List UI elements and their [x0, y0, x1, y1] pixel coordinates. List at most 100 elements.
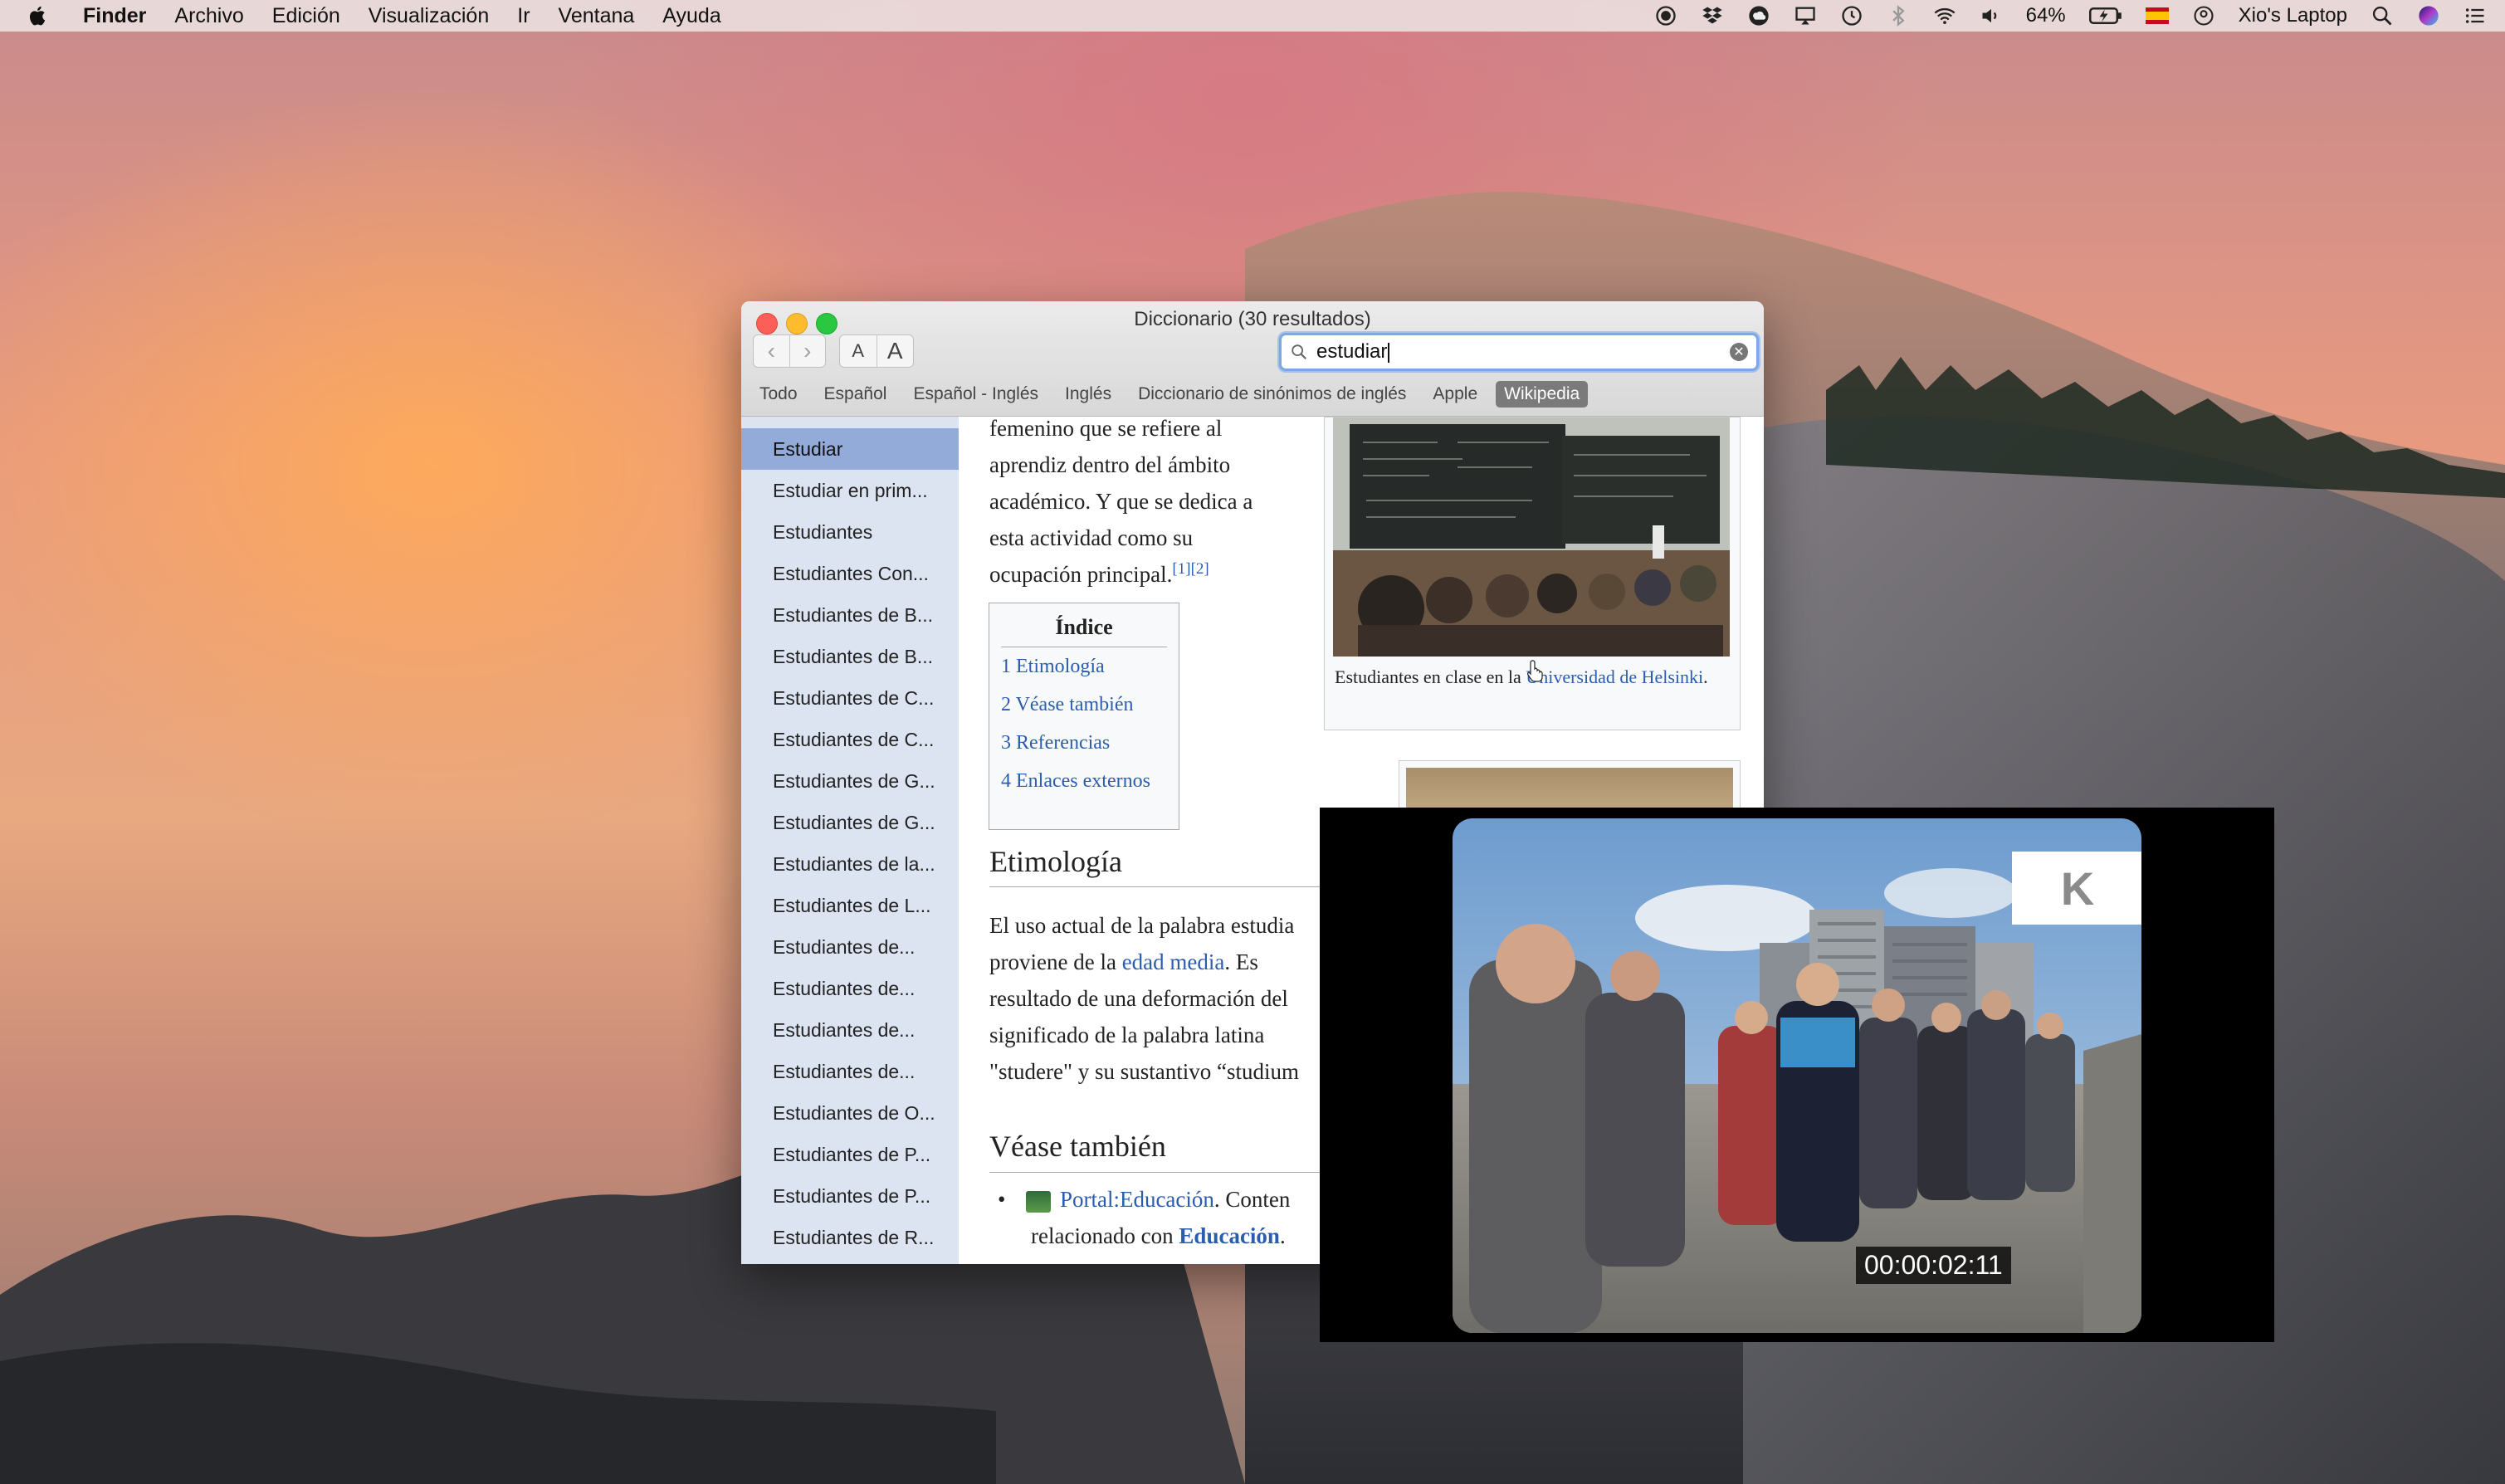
video-frame: K 00:00:02:11 [1453, 818, 2141, 1333]
results-list: Estudiar Estudiar en prim... Estudiantes Es… [741, 428, 959, 1258]
result-item[interactable]: Estudiantes de... [741, 968, 959, 1009]
list-item-text: . Conten [1213, 1187, 1291, 1212]
menu-edicion[interactable]: Edición [272, 4, 340, 28]
intro-paragraph: femenino que se refiere al aprendiz dent… [989, 417, 1313, 593]
siri-icon[interactable] [2417, 4, 2440, 27]
toc-item-referencias[interactable]: 3 Referencias [1001, 724, 1179, 762]
forward-chevron-icon[interactable]: › [790, 335, 826, 367]
list-item-text: relacionado con [1031, 1223, 1179, 1248]
volume-icon[interactable] [1980, 4, 2003, 27]
heading-vease-tambien: Véase también [989, 1130, 1166, 1163]
menu-ayuda[interactable]: Ayuda [662, 4, 720, 28]
wifi-icon[interactable] [1933, 4, 1956, 27]
etim-line: proviene de la [989, 949, 1122, 974]
result-item[interactable]: Estudiantes de la... [741, 843, 959, 885]
intro-line: aprendiz dentro del ámbito [989, 452, 1231, 477]
window-title: Diccionario (30 resultados) [1134, 308, 1371, 330]
record-icon[interactable] [1654, 4, 1677, 27]
creative-cloud-icon[interactable] [1747, 4, 1770, 27]
font-smaller-button[interactable]: A [840, 335, 877, 367]
tab-espanol-ingles[interactable]: Español - Inglés [913, 381, 1047, 408]
result-item[interactable]: Estudiantes de B... [741, 594, 959, 636]
input-source-flag-icon[interactable] [2145, 7, 2169, 24]
result-item[interactable]: Estudiantes de C... [741, 677, 959, 719]
result-item[interactable]: Estudiantes Con... [741, 553, 959, 594]
result-item[interactable]: Estudiantes de G... [741, 760, 959, 802]
search-field[interactable]: estudiar ✕ [1279, 333, 1759, 371]
result-item[interactable]: Estudiantes [741, 511, 959, 553]
classroom-photo[interactable] [1333, 417, 1730, 657]
search-input[interactable]: estudiar [1316, 340, 1387, 363]
bluetooth-icon[interactable] [1887, 4, 1910, 27]
tab-sinonimos-ingles[interactable]: Diccionario de sinónimos de inglés [1138, 381, 1414, 408]
table-of-contents: Índice 1 Etimología 2 Véase también 3 Re… [989, 603, 1179, 830]
result-item[interactable]: Estudiar en prim... [741, 470, 959, 511]
link-portal-educacion[interactable]: Portal:Educación [1060, 1187, 1214, 1212]
link-educacion[interactable]: Educación [1179, 1223, 1280, 1248]
tab-todo[interactable]: Todo [759, 381, 806, 408]
source-tabs: Todo Español Español - Inglés Inglés Dic… [741, 376, 1589, 412]
intro-line: académico. Y que se dedica a [989, 489, 1253, 514]
toc-item-vease[interactable]: 2 Véase también [1001, 686, 1179, 724]
menu-ventana[interactable]: Ventana [559, 4, 635, 28]
notification-center-icon[interactable] [2463, 4, 2487, 27]
battery-charging-icon[interactable] [2088, 4, 2122, 27]
caption-text: . [1703, 666, 1708, 687]
back-chevron-icon[interactable]: ‹ [754, 335, 790, 367]
result-item[interactable]: Estudiantes de... [741, 1051, 959, 1092]
tab-espanol[interactable]: Español [824, 381, 896, 408]
font-size-group: A A [839, 334, 914, 368]
pointer-hand-icon [1527, 660, 1543, 682]
link-edad-media[interactable]: edad media [1122, 949, 1225, 974]
etim-line: . Es [1224, 949, 1258, 974]
logo-letter: K [2060, 862, 2094, 915]
watermark-logo: K [2012, 852, 2141, 925]
search-icon [1292, 344, 1307, 360]
result-item[interactable]: Estudiantes de... [741, 1009, 959, 1051]
time-machine-icon[interactable] [1840, 4, 1863, 27]
menu-visualizacion[interactable]: Visualización [369, 4, 489, 28]
menu-ir[interactable]: Ir [517, 4, 530, 28]
result-item[interactable]: Estudiantes de... [741, 926, 959, 968]
tab-ingles[interactable]: Inglés [1065, 381, 1120, 408]
computer-name[interactable]: Xio's Laptop [2239, 4, 2347, 27]
apple-icon[interactable] [27, 4, 50, 27]
text-caret [1388, 342, 1390, 363]
font-larger-button[interactable]: A [877, 335, 914, 367]
intro-line: esta actividad como su [989, 525, 1194, 550]
image-thumbnail: Estudiantes en clase en la Universidad d… [1324, 417, 1741, 730]
intro-line: ocupación principal. [989, 562, 1173, 587]
video-timecode: 00:00:02:11 [1856, 1247, 2011, 1284]
airplay-icon[interactable] [1794, 4, 1817, 27]
menu-archivo[interactable]: Archivo [174, 4, 243, 28]
tab-apple[interactable]: Apple [1433, 381, 1486, 408]
results-sidebar: Estudiar Estudiar en prim... Estudiantes Es… [741, 417, 959, 1264]
result-item[interactable]: Estudiantes de B... [741, 636, 959, 677]
menu-bar: Finder Archivo Edición Visualización Ir … [0, 0, 2505, 32]
dropbox-icon[interactable] [1701, 4, 1724, 27]
result-item[interactable]: Estudiantes de P... [741, 1134, 959, 1175]
result-item[interactable]: Estudiantes de P... [741, 1175, 959, 1217]
back-forward-group: ‹ › [753, 334, 826, 368]
menu-app-finder[interactable]: Finder [83, 4, 146, 28]
result-item[interactable]: Estudiantes de C... [741, 719, 959, 760]
clear-search-icon[interactable]: ✕ [1730, 343, 1748, 361]
user-account-icon[interactable] [2192, 4, 2215, 27]
classroom-illustration [1333, 417, 1730, 657]
tab-wikipedia[interactable]: Wikipedia [1496, 381, 1589, 408]
reference-links[interactable]: [1][2] [1172, 560, 1209, 578]
result-item[interactable]: Estudiar [741, 428, 959, 470]
result-item[interactable]: Estudiantes de L... [741, 885, 959, 926]
spotlight-search-icon[interactable] [2371, 4, 2394, 27]
result-item[interactable]: Estudiantes de O... [741, 1092, 959, 1134]
toc-item-enlaces[interactable]: 4 Enlaces externos [1001, 762, 1179, 800]
result-item[interactable]: Estudiantes de G... [741, 802, 959, 843]
toc-item-etimologia[interactable]: 1 Etimología [1001, 647, 1179, 686]
list-item-text: . [1279, 1223, 1286, 1248]
heading-etimologia: Etimología [989, 845, 1122, 878]
result-item[interactable]: Estudiantes de R... [741, 1217, 959, 1258]
link-universidad-helsinki[interactable]: Universidad de Helsinki [1526, 666, 1703, 687]
video-player[interactable]: K 00:00:02:11 [1320, 808, 2274, 1342]
window-titlebar: Diccionario (30 resultados) ‹ › A A estu… [741, 301, 1764, 417]
bullet: • [998, 1187, 1006, 1212]
